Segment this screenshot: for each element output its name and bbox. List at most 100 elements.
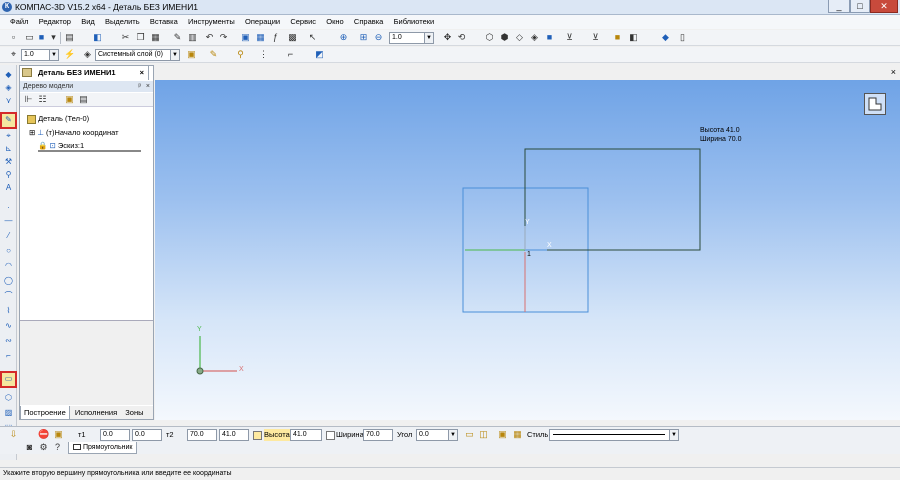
menu-select[interactable]: Выделить <box>105 15 140 29</box>
surface-tools-icon[interactable]: ◈ <box>3 82 14 93</box>
menu-tools[interactable]: Инструменты <box>188 15 235 29</box>
style-combo[interactable]: ▼ <box>549 429 679 441</box>
height-checkbox[interactable] <box>253 431 262 440</box>
menu-editor[interactable]: Редактор <box>39 15 71 29</box>
t1-y-field[interactable]: 0.0 <box>132 429 162 441</box>
pan-icon[interactable]: ✥ <box>442 32 453 43</box>
save-dropdown-icon[interactable]: ▾ <box>48 32 59 43</box>
menu-operations[interactable]: Операции <box>245 15 280 29</box>
scale-combo[interactable]: 1.0 ▼ <box>21 49 59 61</box>
shaded-icon[interactable]: ■ <box>544 32 555 43</box>
tree-view-icon[interactable]: ▤ <box>78 94 89 105</box>
library-icon[interactable]: ▩ <box>287 32 298 43</box>
local-snap-icon[interactable]: ⚲ <box>235 49 246 60</box>
pin-panel-icon[interactable]: ⇩ <box>8 429 19 440</box>
tree-filter-icon[interactable]: ▣ <box>64 94 75 105</box>
sketch-geometry-icon[interactable]: ✎ <box>0 112 17 129</box>
zoom-in-icon[interactable]: ⊕ <box>338 32 349 43</box>
camera-icon[interactable]: ◙ <box>24 442 35 453</box>
polyline-icon[interactable]: ⌇ <box>3 305 14 316</box>
expand-plus-icon[interactable]: ⊞ <box>29 128 35 137</box>
t2-y-field[interactable]: 41.0 <box>219 429 249 441</box>
axes-option-icon[interactable]: ▭ <box>464 429 475 440</box>
edit-icon[interactable]: ⚒ <box>3 156 14 167</box>
orientation-icon[interactable]: ⬡ <box>484 32 495 43</box>
tree-structure-icon[interactable]: ☷ <box>37 94 48 105</box>
filter2-icon[interactable]: ⊻ <box>590 32 601 43</box>
stop-icon[interactable]: ⛔ <box>38 429 49 440</box>
formula-icon[interactable]: ƒ <box>270 32 281 43</box>
center-option-icon[interactable]: ◫ <box>478 429 489 440</box>
tab-build[interactable]: Построение <box>20 406 70 420</box>
paste-icon[interactable]: ▦ <box>150 32 161 43</box>
tree-node-part[interactable]: Деталь (Тел-0) <box>27 114 89 124</box>
height-field[interactable]: 41.0 <box>290 429 322 441</box>
menu-insert[interactable]: Вставка <box>150 15 178 29</box>
line-icon[interactable]: — <box>3 215 14 226</box>
segment-icon[interactable]: ⁄ <box>3 230 14 241</box>
parametrization-icon[interactable]: ⚲ <box>3 169 14 180</box>
zoom-combo[interactable]: 1.0 ▼ <box>389 32 434 44</box>
spec-icon[interactable]: A <box>3 182 14 193</box>
polygon-icon[interactable]: ⬡ <box>3 392 14 403</box>
manager-icon[interactable]: ▥ <box>187 32 198 43</box>
preview-icon[interactable]: ◧ <box>92 32 103 43</box>
width-field[interactable]: 70.0 <box>363 429 393 441</box>
menu-libraries[interactable]: Библиотеки <box>394 15 435 29</box>
t2-x-field[interactable]: 70.0 <box>187 429 217 441</box>
snap-settings-icon[interactable]: ✎ <box>208 49 219 60</box>
sketch-mode-icon[interactable]: ▣ <box>186 49 197 60</box>
document-tab[interactable]: Деталь БЕЗ ИМЕНИ1 × <box>19 65 149 80</box>
open-icon[interactable]: ▭ <box>24 32 35 43</box>
close-icon[interactable]: × <box>146 81 150 92</box>
new-document-icon[interactable]: ▫ <box>8 32 19 43</box>
help-icon[interactable]: ? <box>52 442 63 453</box>
bezier-icon[interactable]: ∾ <box>3 335 14 346</box>
cut-icon[interactable]: ✂ <box>120 32 131 43</box>
menu-window[interactable]: Окно <box>326 15 343 29</box>
select-icon[interactable]: ■ <box>612 32 623 43</box>
zoom-all-icon[interactable]: ⊞ <box>358 32 369 43</box>
undo-icon[interactable]: ↶ <box>204 32 215 43</box>
ellipse-icon[interactable]: ◯ <box>3 275 14 286</box>
chamfer-icon[interactable]: ⌐ <box>3 350 14 361</box>
angle-field[interactable]: 0.0 ▼ <box>416 429 458 441</box>
t1-x-field[interactable]: 0.0 <box>100 429 130 441</box>
close-button[interactable]: ✕ <box>870 0 898 13</box>
kompas-app-icon[interactable]: К <box>2 2 12 12</box>
tree-build-icon[interactable]: ⊩ <box>23 94 34 105</box>
menu-help[interactable]: Справка <box>354 15 383 29</box>
menu-view[interactable]: Вид <box>81 15 95 29</box>
zoom-out-icon[interactable]: ⊖ <box>373 32 384 43</box>
ortho-icon[interactable]: ⌐ <box>285 49 296 60</box>
tree-node-origin[interactable]: ⊞ ⊥ (т)Начало координат <box>29 128 119 137</box>
properties-icon[interactable]: ✎ <box>172 32 183 43</box>
grid-toggle-icon[interactable]: ⋮ <box>258 49 269 60</box>
select-mode-icon[interactable]: ◧ <box>628 32 639 43</box>
tab-zones[interactable]: Зоны <box>122 406 146 419</box>
minimize-button[interactable]: _ <box>828 0 850 13</box>
circle-icon[interactable]: ○ <box>3 245 14 256</box>
spline-icon[interactable]: ∿ <box>3 320 14 331</box>
corner-option-icon[interactable]: ▣ <box>497 429 508 440</box>
aux-geometry-icon[interactable]: ⋎ <box>3 95 14 106</box>
maximize-button[interactable]: □ <box>850 0 870 13</box>
print-icon[interactable]: ▤ <box>64 32 75 43</box>
menu-file[interactable]: Файл <box>10 15 28 29</box>
hidden-lines-icon[interactable]: ◇ <box>514 32 525 43</box>
redo-icon[interactable]: ↷ <box>218 32 229 43</box>
auto-create-icon[interactable]: ▣ <box>53 429 64 440</box>
axis-lines-icon[interactable]: ▦ <box>512 429 523 440</box>
grid-icon[interactable]: ▯ <box>677 32 688 43</box>
hatch-icon[interactable]: ▨ <box>3 407 14 418</box>
point-icon[interactable]: · <box>3 202 14 213</box>
layer-combo[interactable]: Системный слой (0) ▼ <box>95 49 180 61</box>
rotate-icon[interactable]: ⟲ <box>456 32 467 43</box>
menu-service[interactable]: Сервис <box>290 15 316 29</box>
variables-icon[interactable]: ▦ <box>255 32 266 43</box>
filter-icon[interactable]: ⊻ <box>564 32 575 43</box>
halftone-icon[interactable]: ◈ <box>529 32 540 43</box>
help-pointer-icon[interactable]: ↖ <box>307 32 318 43</box>
part-tools-icon[interactable]: ◆ <box>3 69 14 80</box>
close-tab-icon[interactable]: × <box>140 66 144 80</box>
